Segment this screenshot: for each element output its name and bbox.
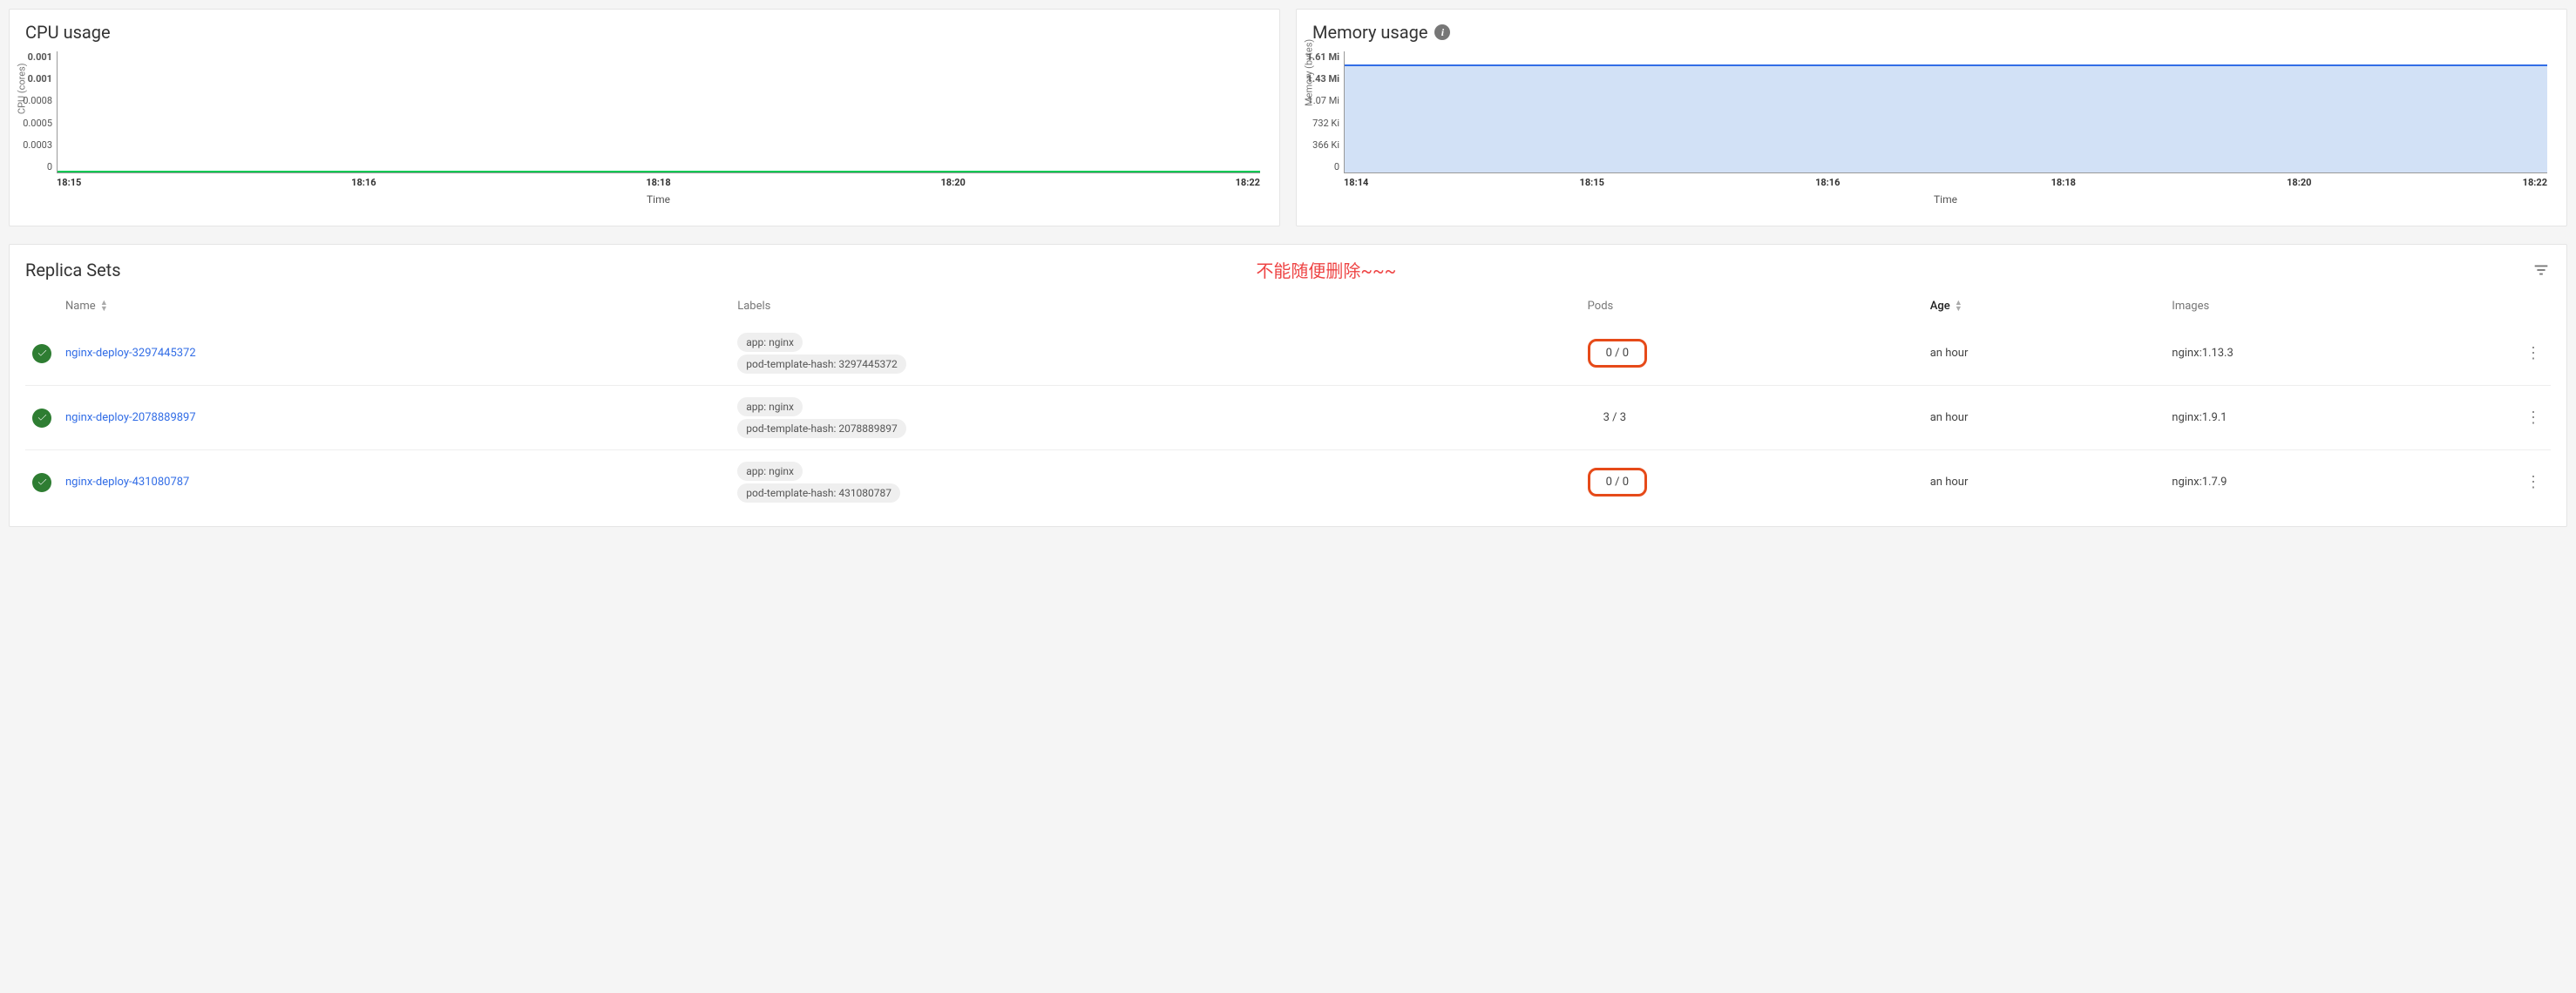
xtick: 18:15 <box>1580 177 1604 188</box>
table-row: nginx-deploy-2078889897 app: nginx pod-tem… <box>25 386 2551 450</box>
col-age[interactable]: Age ▲▼ <box>1923 291 2166 321</box>
xtick: 18:18 <box>646 177 670 188</box>
ytick: 732 Ki <box>1307 118 1339 129</box>
label-pill: pod-template-hash: 431080787 <box>737 483 900 503</box>
memory-card-title: Memory usage <box>1312 22 1427 43</box>
replica-sets-table: Name ▲▼ Labels Pods Age ▲▼ Images nginx-… <box>25 291 2551 514</box>
label-pill: pod-template-hash: 3297445372 <box>737 355 906 374</box>
pods-value: 3 / 3 <box>1588 406 1642 429</box>
ytick: 366 Ki <box>1307 139 1339 151</box>
ytick: 0.001 <box>23 51 52 63</box>
label-pill: app: nginx <box>737 333 803 352</box>
col-images: Images <box>2165 291 2516 321</box>
status-ok-icon <box>32 344 51 363</box>
images-value: nginx:1.9.1 <box>2165 386 2516 450</box>
ytick: 0.0005 <box>23 118 52 129</box>
memory-usage-card: Memory usage i Memory (bytes) 1.61 Mi1.4… <box>1296 9 2567 226</box>
ytick: 0.0003 <box>23 139 52 151</box>
replicaset-link[interactable]: nginx-deploy-431080787 <box>65 476 189 489</box>
status-ok-icon <box>32 409 51 428</box>
ytick: 0.0008 <box>23 95 52 106</box>
panel-title: Replica Sets <box>25 260 121 280</box>
xtick: 18:20 <box>2287 177 2311 188</box>
age-value: an hour <box>1923 386 2166 450</box>
age-value: an hour <box>1923 450 2166 515</box>
row-menu-icon[interactable]: ⋮ <box>2516 386 2551 450</box>
status-ok-icon <box>32 473 51 492</box>
table-row: nginx-deploy-3297445372 app: nginx pod-tem… <box>25 321 2551 386</box>
xtick: 18:22 <box>2523 177 2547 188</box>
label-pill: app: nginx <box>737 397 803 416</box>
cpu-xlabel: Time <box>57 193 1260 206</box>
col-labels: Labels <box>730 291 1580 321</box>
ytick: 0 <box>1307 161 1339 172</box>
memory-chart: Memory (bytes) 1.61 Mi1.43 Mi1.07 Mi732 … <box>1312 51 2551 217</box>
info-icon[interactable]: i <box>1434 24 1450 40</box>
ytick: 1.61 Mi <box>1307 51 1339 63</box>
memory-xlabel: Time <box>1344 193 2547 206</box>
xtick: 18:22 <box>1236 177 1260 188</box>
label-pill: app: nginx <box>737 462 803 481</box>
col-name[interactable]: Name ▲▼ <box>58 291 730 321</box>
images-value: nginx:1.7.9 <box>2165 450 2516 515</box>
replica-sets-panel: Replica Sets 不能随便删除~~~ Name ▲▼ Labels Po… <box>9 244 2567 527</box>
row-menu-icon[interactable]: ⋮ <box>2516 450 2551 515</box>
xtick: 18:16 <box>351 177 376 188</box>
row-menu-icon[interactable]: ⋮ <box>2516 321 2551 386</box>
pods-value: 0 / 0 <box>1588 468 1647 496</box>
ytick: 0.001 <box>23 73 52 84</box>
pods-value: 0 / 0 <box>1588 339 1647 368</box>
ytick: 0 <box>23 161 52 172</box>
cpu-chart: CPU (cores) 0.0010.0010.00080.00050.0003… <box>25 51 1264 217</box>
annotation-text: 不能随便删除~~~ <box>1256 257 1396 282</box>
xtick: 18:18 <box>2051 177 2076 188</box>
xtick: 18:20 <box>940 177 965 188</box>
filter-icon[interactable] <box>2532 260 2551 280</box>
col-pods: Pods <box>1581 291 1923 321</box>
sort-icon: ▲▼ <box>100 301 108 313</box>
images-value: nginx:1.13.3 <box>2165 321 2516 386</box>
replicaset-link[interactable]: nginx-deploy-3297445372 <box>65 347 196 360</box>
cpu-usage-card: CPU usage CPU (cores) 0.0010.0010.00080.… <box>9 9 1280 226</box>
cpu-card-title: CPU usage <box>25 22 111 43</box>
cpu-series-line <box>58 171 1260 172</box>
memory-series-area <box>1345 64 2547 172</box>
xtick: 18:14 <box>1344 177 1368 188</box>
xtick: 18:15 <box>57 177 81 188</box>
table-row: nginx-deploy-431080787 app: nginx pod-temp… <box>25 450 2551 515</box>
replicaset-link[interactable]: nginx-deploy-2078889897 <box>65 411 196 424</box>
label-pill: pod-template-hash: 2078889897 <box>737 419 906 438</box>
age-value: an hour <box>1923 321 2166 386</box>
xtick: 18:16 <box>1815 177 1840 188</box>
ytick: 1.43 Mi <box>1307 73 1339 84</box>
ytick: 1.07 Mi <box>1307 95 1339 106</box>
sort-icon: ▲▼ <box>1955 301 1963 313</box>
